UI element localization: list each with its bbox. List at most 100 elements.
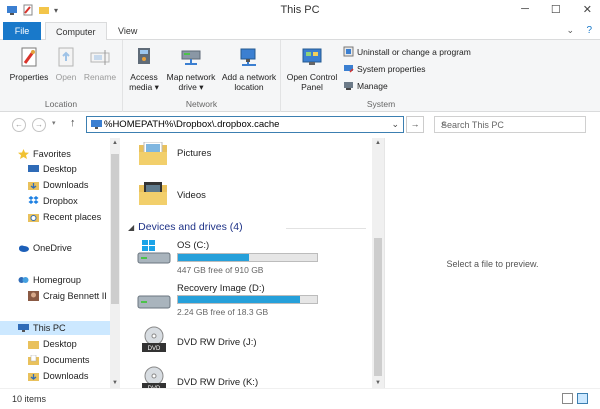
drive-name-d[interactable]: Recovery Image (D:) xyxy=(177,283,265,294)
drive-usage-fill-d xyxy=(178,296,301,303)
hard-drive-icon[interactable] xyxy=(136,286,172,314)
drive-name-j[interactable]: DVD RW Drive (J:) xyxy=(177,337,257,348)
media-server-icon xyxy=(138,48,150,64)
nav-scroll-thumb[interactable] xyxy=(111,154,119,304)
content-scrollbar[interactable]: ▲ ▼ xyxy=(372,138,384,388)
scroll-down-arrow-icon[interactable]: ▼ xyxy=(372,380,384,386)
nav-homegroup[interactable]: Homegroup xyxy=(18,273,81,287)
desktop-icon xyxy=(28,165,39,172)
map-network-drive-button[interactable]: Map network drive ▾ xyxy=(163,46,219,92)
address-path[interactable]: %HOMEPATH%\Dropbox\.dropbox.cache xyxy=(104,119,280,130)
nav-user[interactable]: Craig Bennett II xyxy=(28,289,107,303)
downloads-icon xyxy=(28,373,39,381)
title-bar: ▾ This PC ─ ☐ ✕ xyxy=(0,0,600,22)
status-bar: 10 items xyxy=(0,388,600,409)
add-network-location-button[interactable]: Add a network location xyxy=(219,46,279,92)
ribbon: Properties Open Rename Location Access m… xyxy=(0,40,600,112)
nav-pc-documents[interactable]: Documents xyxy=(28,353,89,367)
open-icon xyxy=(58,47,74,67)
drive-usage-bar-d xyxy=(177,295,318,304)
recent-locations-icon[interactable]: ▾ xyxy=(52,119,56,127)
system-properties-icon xyxy=(344,65,354,73)
nav-this-pc[interactable]: This PC xyxy=(0,321,110,335)
open-button[interactable]: Open xyxy=(52,46,80,82)
network-drive-icon xyxy=(181,50,201,65)
section-collapse-icon[interactable]: ◢ xyxy=(128,223,134,232)
rename-button[interactable]: Rename xyxy=(82,46,118,82)
help-icon[interactable]: ? xyxy=(586,25,592,36)
tab-view[interactable]: View xyxy=(108,22,147,40)
nav-desktop[interactable]: Desktop xyxy=(28,162,77,176)
properties-icon xyxy=(21,47,37,67)
nav-recent-places[interactable]: Recent places xyxy=(28,210,101,224)
address-dropdown-icon[interactable]: ⌄ xyxy=(391,119,399,130)
this-pc-icon xyxy=(18,324,29,332)
navigation-pane: Favorites Desktop Downloads Dropbox Rece… xyxy=(0,138,122,388)
downloads-icon xyxy=(28,182,39,190)
videos-folder-icon[interactable] xyxy=(138,182,168,206)
onedrive-icon xyxy=(19,245,29,252)
nav-downloads[interactable]: Downloads xyxy=(28,178,88,192)
nav-pc-desktop[interactable]: Desktop xyxy=(28,337,77,351)
computer-management-icon xyxy=(344,82,353,90)
manage-button[interactable]: Manage xyxy=(343,80,388,91)
search-input[interactable]: Search This PC ⌕ xyxy=(434,116,586,133)
drive-name-k[interactable]: DVD RW Drive (K:) xyxy=(177,377,258,388)
homegroup-icon xyxy=(18,277,29,283)
content-pane: Pictures Videos ◢ Devices and drives (4) … xyxy=(122,138,372,392)
folder-label-videos[interactable]: Videos xyxy=(177,190,206,201)
drive-name-c[interactable]: OS (C:) xyxy=(177,240,209,251)
tab-file[interactable]: File xyxy=(3,22,41,40)
nav-dropbox[interactable]: Dropbox xyxy=(28,194,78,208)
nav-favorites[interactable]: Favorites xyxy=(18,147,71,161)
ribbon-tabs: File Computer View ⌄ ? xyxy=(0,22,600,41)
user-avatar-icon xyxy=(28,291,39,301)
pictures-folder-icon[interactable] xyxy=(138,142,168,166)
open-control-panel-button[interactable]: Open Control Panel xyxy=(283,46,341,92)
tiles-view-icon[interactable] xyxy=(577,393,588,404)
address-bar[interactable]: %HOMEPATH%\Dropbox\.dropbox.cache ⌄ xyxy=(86,116,404,133)
nav-scrollbar[interactable]: ▲ ▼ xyxy=(110,138,120,388)
this-pc-icon xyxy=(91,120,102,129)
dropbox-icon xyxy=(28,196,39,204)
section-divider xyxy=(286,228,366,229)
back-button[interactable]: ← xyxy=(12,118,26,132)
nav-onedrive[interactable]: OneDrive xyxy=(18,241,72,255)
nav-pc-downloads[interactable]: Downloads xyxy=(28,369,88,383)
scroll-up-arrow-icon[interactable]: ▲ xyxy=(110,140,120,146)
item-count: 10 items xyxy=(12,394,47,404)
tab-computer[interactable]: Computer xyxy=(45,22,107,41)
control-panel-icon xyxy=(302,48,322,65)
folder-label-pictures[interactable]: Pictures xyxy=(177,148,211,159)
content-scroll-thumb[interactable] xyxy=(374,238,382,376)
forward-button[interactable]: → xyxy=(32,118,46,132)
rename-icon xyxy=(90,50,110,65)
drive-free-c: 447 GB free of 910 GB xyxy=(177,265,264,275)
access-media-button[interactable]: Access media ▾ xyxy=(127,46,161,92)
group-location: Properties Open Rename Location xyxy=(0,40,123,112)
group-label-system: System xyxy=(366,99,396,109)
ribbon-collapse-icon[interactable]: ⌄ xyxy=(566,25,574,36)
scroll-up-arrow-icon[interactable]: ▲ xyxy=(372,140,384,146)
group-label-network: Network xyxy=(185,99,218,109)
system-properties-button[interactable]: System properties xyxy=(343,63,426,74)
up-button[interactable]: ↑ xyxy=(70,117,76,129)
uninstall-program-button[interactable]: Uninstall or change a program xyxy=(343,46,471,57)
go-button[interactable]: → xyxy=(406,116,424,133)
windows-drive-icon[interactable] xyxy=(136,239,172,267)
drive-usage-bar-c xyxy=(177,253,318,262)
section-devices-and-drives[interactable]: ◢ Devices and drives (4) xyxy=(128,221,366,233)
dvd-drive-icon[interactable]: DVD xyxy=(136,326,172,354)
group-network: Access media ▾ Map network drive ▾ Add a… xyxy=(123,40,281,112)
details-view-icon[interactable] xyxy=(562,393,573,404)
scroll-down-arrow-icon[interactable]: ▼ xyxy=(110,380,120,386)
star-icon xyxy=(18,149,29,159)
minimize-button[interactable]: ─ xyxy=(521,3,529,16)
preview-message: Select a file to preview. xyxy=(446,259,539,269)
close-button[interactable]: ✕ xyxy=(583,3,592,16)
properties-button[interactable]: Properties xyxy=(8,46,50,82)
svg-text:DVD: DVD xyxy=(148,346,161,352)
recent-places-icon xyxy=(28,214,39,222)
documents-icon xyxy=(28,355,39,365)
maximize-button[interactable]: ☐ xyxy=(551,3,561,16)
